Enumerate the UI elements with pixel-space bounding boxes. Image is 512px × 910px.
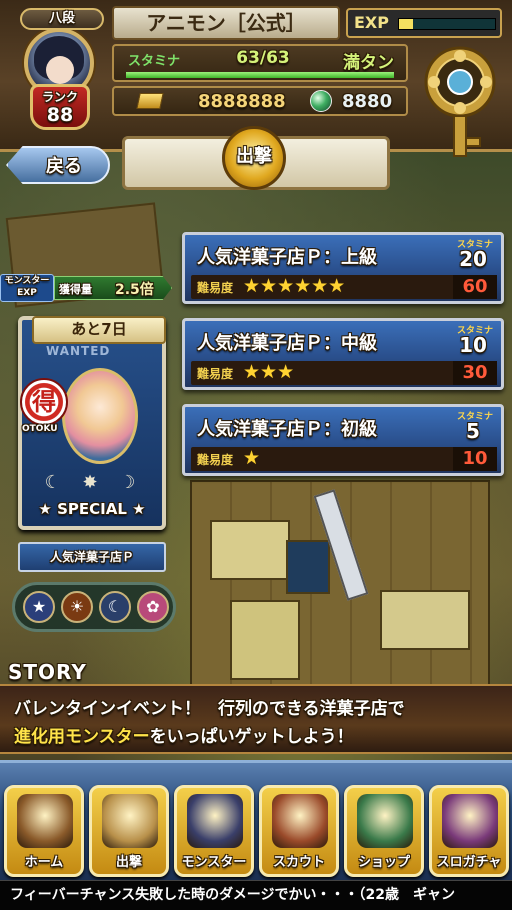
stage-reward: 30 xyxy=(453,361,497,385)
stage-stamina-cost: 5 xyxy=(466,419,480,443)
days-left-badge: あと7日 xyxy=(32,316,166,344)
story-panel: STORY バレンタインイベント！ 行列のできる洋菓子店で 進化用モンスターをい… xyxy=(0,660,512,756)
stamina-value: 63/63 xyxy=(236,48,290,68)
exp-gauge: EXP xyxy=(346,8,502,38)
stamina-label: スタミナ xyxy=(128,54,181,69)
nav-button-3[interactable]: スカウト xyxy=(259,785,339,877)
difficulty-label: 難易度 xyxy=(197,281,234,295)
sun-attribute-icon: ☀ xyxy=(61,591,93,623)
key-menu-icon[interactable] xyxy=(414,42,506,162)
monster-exp-icon: モンスターEXP xyxy=(0,274,54,302)
bottom-navigation: ホーム 出撃 モンスター スカウト ショップ スロガチャ xyxy=(0,760,512,880)
story-highlight: 進化用モンスター xyxy=(14,727,150,747)
background-cloth xyxy=(286,540,330,594)
player-rank-plate[interactable]: 八段 ランク 88 xyxy=(6,4,106,132)
exp-track xyxy=(398,18,496,30)
star-attribute-icon: ★ xyxy=(23,591,55,623)
story-title: STORY xyxy=(8,660,87,684)
stamina-track xyxy=(126,72,394,78)
stage-difficulty-bar: 難易度 ★ 10 xyxy=(191,447,497,471)
difficulty-stars: ★★★★★★ xyxy=(243,275,346,297)
nav-button-0[interactable]: ホーム xyxy=(4,785,84,877)
difficulty-label: 難易度 xyxy=(197,367,234,381)
orb-value: 8880 xyxy=(342,91,393,112)
event-card[interactable]: あと7日 WANTED 得 OTOKU ☾ ✸ ☽ ★ SPECIAL ★ xyxy=(18,316,166,530)
nav-label: 出撃 xyxy=(115,855,142,870)
stage-name: 人気洋菓子店Ｐ：中級 xyxy=(197,333,377,354)
wanted-label: WANTED xyxy=(46,344,111,358)
stage-name: 人気洋菓子店Ｐ：上級 xyxy=(197,247,377,268)
back-button[interactable]: 戻る xyxy=(6,146,110,184)
toku-badge: 得 xyxy=(20,378,68,426)
stage-difficulty-bar: 難易度 ★★★ 30 xyxy=(191,361,497,385)
background-poster xyxy=(210,520,290,580)
stamina-fill xyxy=(126,72,394,78)
currency-panel: 8888888 8880 xyxy=(112,86,408,116)
exp-bonus-bar: 獲得量 2.5倍 xyxy=(54,276,172,300)
story-line-1: バレンタインイベント！ 行列のできる洋菓子店で xyxy=(14,699,405,719)
stage-reward: 10 xyxy=(453,447,497,471)
nav-label: スカウト xyxy=(272,855,325,870)
nav-icon xyxy=(102,794,158,848)
stage-difficulty-bar: 難易度 ★★★★★★ 60 xyxy=(191,275,497,299)
story-line-2: 進化用モンスターをいっぱいゲットしよう！ xyxy=(14,722,354,747)
flower-attribute-icon: ✿ xyxy=(137,591,169,623)
orb-icon xyxy=(310,90,332,112)
nav-button-4[interactable]: ショップ xyxy=(344,785,424,877)
avatar-face xyxy=(46,56,74,84)
difficulty-stars: ★★★ xyxy=(243,361,295,383)
exp-bonus-banner: モンスターEXP 獲得量 2.5倍 xyxy=(0,274,172,302)
card-symbols: ☾ ✸ ☽ xyxy=(44,472,144,493)
exp-bonus-label: 獲得量 xyxy=(59,283,92,296)
nav-button-2[interactable]: モンスター xyxy=(174,785,254,877)
exp-fill xyxy=(399,19,414,29)
nav-label: モンスター xyxy=(181,855,247,870)
back-label: 戻る xyxy=(46,156,82,177)
stamina-panel: スタミナ 63/63 満タン xyxy=(112,44,408,82)
exp-label: EXP xyxy=(354,13,389,32)
title-badge: 八段 xyxy=(20,8,104,30)
nav-icon xyxy=(357,794,413,848)
difficulty-label: 難易度 xyxy=(197,453,234,467)
nav-icon xyxy=(17,794,73,848)
gold-value: 8888888 xyxy=(198,91,286,112)
exp-bonus-value: 2.5倍 xyxy=(115,282,154,298)
rank-value: 88 xyxy=(46,104,74,126)
stage-reward: 60 xyxy=(453,275,497,299)
nav-icon xyxy=(187,794,243,848)
moon-attribute-icon: ☾ xyxy=(99,591,131,623)
difficulty-stars: ★ xyxy=(243,447,261,469)
event-monster-portrait xyxy=(62,368,138,464)
gold-bar-icon xyxy=(136,93,164,109)
username: アニモン［公式］ xyxy=(112,6,340,40)
story-box: バレンタインイベント！ 行列のできる洋菓子店で 進化用モンスターをいっぱいゲット… xyxy=(0,684,512,754)
nav-button-1[interactable]: 出撃 xyxy=(89,785,169,877)
story-line-2-rest: をいっぱいゲットしよう！ xyxy=(149,727,354,747)
rank-badge: ランク 88 xyxy=(30,84,90,130)
stage-name: 人気洋菓子店Ｐ：初級 xyxy=(197,419,377,440)
sortie-medal: 出撃 xyxy=(222,126,286,190)
event-name-button[interactable]: 人気洋菓子店Ｐ xyxy=(18,542,166,572)
rank-label: ランク xyxy=(41,90,78,104)
attribute-icons: ★ ☀ ☾ ✿ xyxy=(12,582,176,632)
nav-label: ショップ xyxy=(357,855,410,870)
stage-stamina-cost: 10 xyxy=(459,333,487,357)
nav-icon xyxy=(272,794,328,848)
background-poster xyxy=(380,590,470,650)
stage-item-advanced[interactable]: 人気洋菓子店Ｐ：上級 スタミナ 20 難易度 ★★★★★★ 60 xyxy=(182,232,504,304)
nav-label: ホーム xyxy=(24,855,64,870)
stage-stamina-cost: 20 xyxy=(459,247,487,271)
nav-icon xyxy=(442,794,498,848)
nav-label: スロガチャ xyxy=(436,855,502,870)
nav-button-5[interactable]: スロガチャ xyxy=(429,785,509,877)
news-ticker: フィーバーチャンス失敗した時のダメージでかい・・・（22歳 ギャン xyxy=(0,880,512,910)
stage-item-beginner[interactable]: 人気洋菓子店Ｐ：初級 スタミナ 5 難易度 ★ 10 xyxy=(182,404,504,476)
toku-caption: OTOKU xyxy=(22,424,58,434)
special-label: ★ SPECIAL ★ xyxy=(38,500,146,518)
stamina-status: 満タン xyxy=(343,53,394,73)
stage-item-intermediate[interactable]: 人気洋菓子店Ｐ：中級 スタミナ 10 難易度 ★★★ 30 xyxy=(182,318,504,390)
